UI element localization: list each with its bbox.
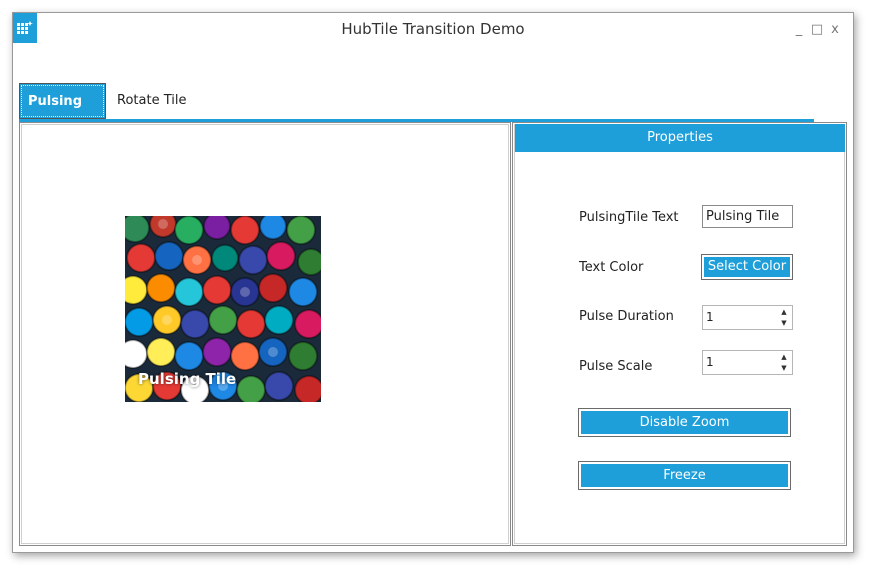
pulse-scale-label: Pulse Scale bbox=[579, 359, 653, 374]
maximize-icon[interactable]: □ bbox=[810, 22, 824, 37]
pulse-scale-value: 1 bbox=[706, 355, 714, 369]
chevron-down-icon[interactable]: ▼ bbox=[781, 319, 786, 327]
freeze-button[interactable]: Freeze bbox=[578, 461, 791, 490]
text-color-label: Text Color bbox=[579, 260, 644, 275]
chevron-up-icon[interactable]: ▲ bbox=[781, 353, 786, 361]
pulsing-text-label: PulsingTile Text bbox=[579, 210, 679, 225]
pulsing-hub-tile[interactable]: Pulsing Tile bbox=[125, 216, 321, 402]
tile-preview-panel: Pulsing Tile bbox=[19, 122, 511, 546]
pulse-duration-value: 1 bbox=[706, 310, 714, 324]
tab-rotate-tile[interactable]: Rotate Tile bbox=[109, 83, 194, 119]
pulse-duration-stepper[interactable]: 1 ▲ ▼ bbox=[702, 305, 793, 330]
select-color-button[interactable]: Select Color bbox=[701, 254, 793, 280]
pulse-scale-stepper[interactable]: 1 ▲ ▼ bbox=[702, 350, 793, 375]
chevron-down-icon[interactable]: ▼ bbox=[781, 364, 786, 372]
pulse-duration-label: Pulse Duration bbox=[579, 309, 674, 324]
tab-pulsing-tile[interactable]: Pulsing Tile bbox=[19, 83, 106, 145]
minimize-icon[interactable]: _ bbox=[792, 22, 806, 37]
disable-zoom-button[interactable]: Disable Zoom bbox=[578, 408, 791, 437]
pulsing-text-input[interactable]: Pulsing Tile bbox=[702, 205, 793, 228]
chevron-up-icon[interactable]: ▲ bbox=[781, 308, 786, 316]
window-title: HubTile Transition Demo bbox=[341, 20, 525, 38]
tile-text: Pulsing Tile bbox=[138, 370, 237, 388]
close-icon[interactable]: x bbox=[828, 22, 842, 37]
app-window: HubTile Transition Demo _ □ x Pulsing Ti… bbox=[12, 12, 854, 553]
properties-header: Properties bbox=[515, 124, 845, 152]
properties-panel: Properties PulsingTile Text Pulsing Tile… bbox=[512, 122, 847, 546]
